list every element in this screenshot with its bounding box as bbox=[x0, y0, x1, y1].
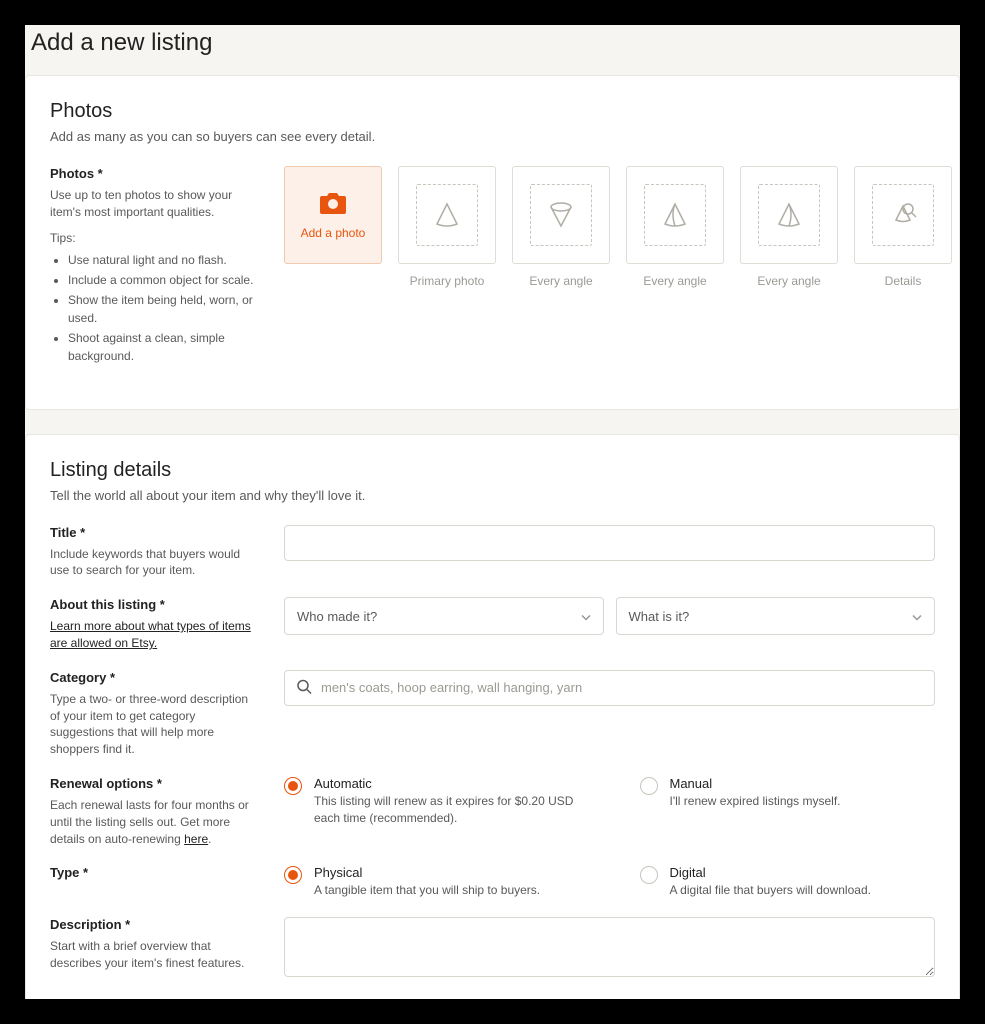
photos-card: Photos Add as many as you can so buyers … bbox=[25, 75, 960, 410]
camera-icon bbox=[318, 190, 348, 216]
photo-slot-angle[interactable] bbox=[740, 166, 838, 264]
photos-tip: Show the item being held, worn, or used. bbox=[68, 291, 260, 327]
radio-icon bbox=[284, 777, 302, 795]
details-section-subtitle: Tell the world all about your item and w… bbox=[50, 488, 935, 503]
cone-side-icon bbox=[658, 198, 692, 232]
what-is-value: What is it? bbox=[629, 609, 690, 624]
search-icon bbox=[296, 678, 312, 697]
description-input[interactable] bbox=[284, 917, 935, 977]
renewal-auto-title: Automatic bbox=[314, 776, 580, 791]
what-is-select[interactable]: What is it? bbox=[616, 597, 936, 635]
radio-icon bbox=[640, 777, 658, 795]
who-made-select[interactable]: Who made it? bbox=[284, 597, 604, 635]
type-digital-desc: A digital file that buyers will download… bbox=[670, 882, 936, 899]
renewal-manual-title: Manual bbox=[670, 776, 936, 791]
renewal-manual-desc: I'll renew expired listings myself. bbox=[670, 793, 936, 810]
category-field-help: Type a two- or three-word description of… bbox=[50, 691, 260, 758]
type-physical-desc: A tangible item that you will ship to bu… bbox=[314, 882, 580, 899]
photo-slot-caption: Every angle bbox=[643, 274, 706, 288]
photo-slot-primary[interactable] bbox=[398, 166, 496, 264]
details-section-title: Listing details bbox=[50, 459, 935, 482]
about-learn-more-link[interactable]: Learn more about what types of items are… bbox=[50, 619, 251, 650]
photo-slot-caption: Every angle bbox=[757, 274, 820, 288]
type-physical-title: Physical bbox=[314, 865, 580, 880]
listing-details-card: Listing details Tell the world all about… bbox=[25, 434, 960, 999]
title-field-help: Include keywords that buyers would use t… bbox=[50, 546, 260, 580]
type-field-label: Type * bbox=[50, 865, 260, 880]
photo-slot-details[interactable] bbox=[854, 166, 952, 264]
who-made-value: Who made it? bbox=[297, 609, 377, 624]
title-input[interactable] bbox=[284, 525, 935, 561]
photo-slot-caption: Details bbox=[885, 274, 922, 288]
category-field-label: Category * bbox=[50, 670, 260, 685]
category-input[interactable] bbox=[284, 670, 935, 706]
radio-icon bbox=[640, 866, 658, 884]
photos-tip: Use natural light and no flash. bbox=[68, 251, 260, 269]
photos-tip: Include a common object for scale. bbox=[68, 271, 260, 289]
add-photo-label: Add a photo bbox=[301, 226, 366, 240]
photos-field-help: Use up to ten photos to show your item's… bbox=[50, 187, 260, 221]
photos-tip: Shoot against a clean, simple background… bbox=[68, 329, 260, 365]
photo-slot-angle[interactable] bbox=[626, 166, 724, 264]
type-digital-title: Digital bbox=[670, 865, 936, 880]
page-title: Add a new listing bbox=[25, 25, 960, 75]
cone-top-icon bbox=[544, 198, 578, 232]
photo-slot-caption: Primary photo bbox=[410, 274, 485, 288]
renewal-field-help: Each renewal lasts for four months or un… bbox=[50, 797, 260, 847]
about-field-label: About this listing * bbox=[50, 597, 260, 612]
renewal-automatic-option[interactable]: Automatic This listing will renew as it … bbox=[284, 776, 580, 827]
cone-icon bbox=[430, 198, 464, 232]
photos-field-label: Photos * bbox=[50, 166, 260, 181]
magnify-icon bbox=[886, 198, 920, 232]
description-field-label: Description * bbox=[50, 917, 260, 932]
renewal-here-link[interactable]: here bbox=[184, 832, 208, 846]
photo-slot-angle[interactable] bbox=[512, 166, 610, 264]
title-field-label: Title * bbox=[50, 525, 260, 540]
cone-right-icon bbox=[772, 198, 806, 232]
renewal-manual-option[interactable]: Manual I'll renew expired listings mysel… bbox=[640, 776, 936, 827]
photos-section-title: Photos bbox=[50, 100, 935, 123]
photo-slot-caption: Every angle bbox=[529, 274, 592, 288]
renewal-field-label: Renewal options * bbox=[50, 776, 260, 791]
chevron-down-icon bbox=[581, 609, 591, 624]
add-photo-button[interactable]: Add a photo bbox=[284, 166, 382, 264]
chevron-down-icon bbox=[912, 609, 922, 624]
type-physical-option[interactable]: Physical A tangible item that you will s… bbox=[284, 865, 580, 899]
photos-tips-list: Use natural light and no flash. Include … bbox=[50, 251, 260, 365]
type-digital-option[interactable]: Digital A digital file that buyers will … bbox=[640, 865, 936, 899]
renewal-auto-desc: This listing will renew as it expires fo… bbox=[314, 793, 580, 827]
photos-tips-label: Tips: bbox=[50, 231, 260, 245]
radio-icon bbox=[284, 866, 302, 884]
description-field-help: Start with a brief overview that describ… bbox=[50, 938, 260, 972]
photos-section-subtitle: Add as many as you can so buyers can see… bbox=[50, 129, 935, 144]
